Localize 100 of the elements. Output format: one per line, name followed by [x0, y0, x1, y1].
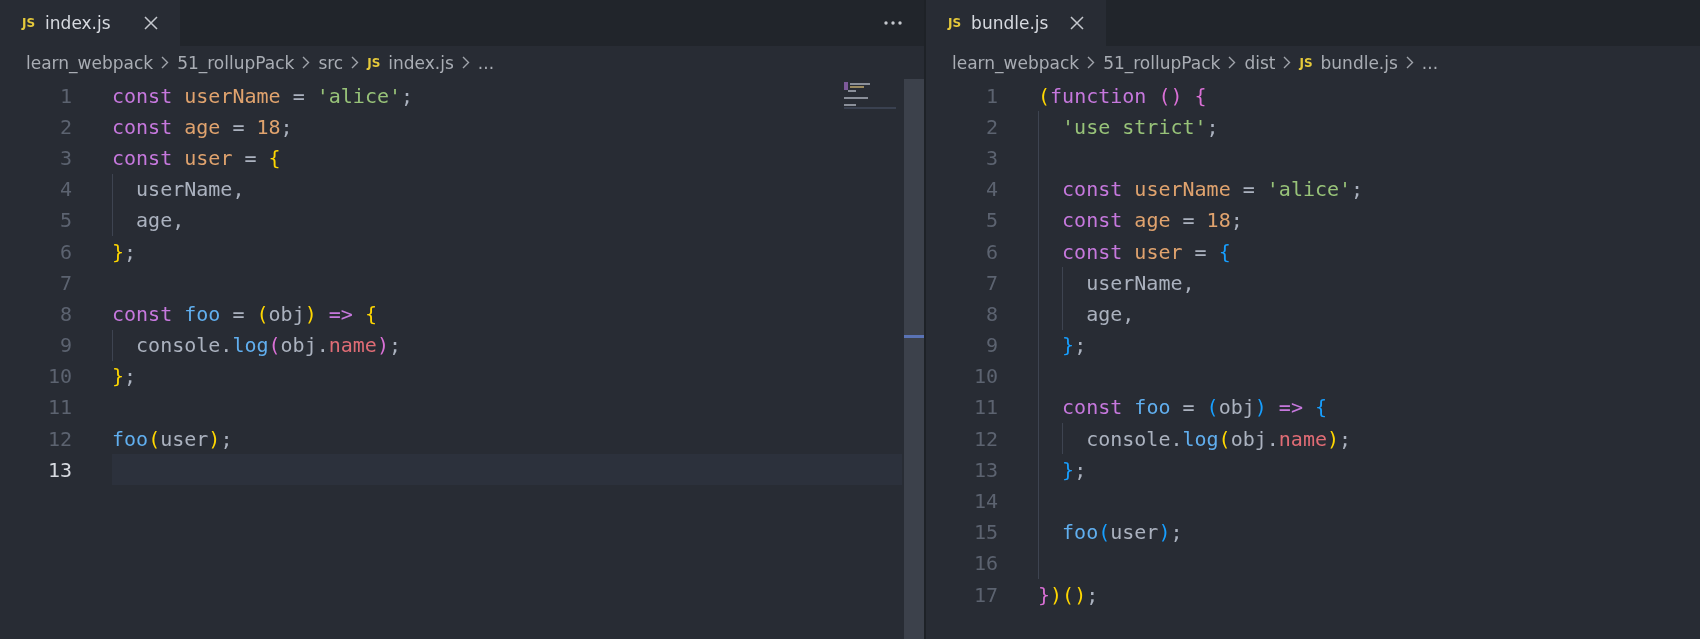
line-number: 2: [58, 113, 72, 141]
arrow-token: =>: [327, 301, 353, 326]
line-number: 13: [46, 456, 72, 484]
variable-token: age: [1133, 208, 1171, 233]
bracket-token: ): [304, 301, 317, 326]
close-icon[interactable]: [1070, 16, 1084, 30]
code-text: userName,: [136, 177, 245, 202]
more-actions-icon[interactable]: [884, 21, 902, 25]
code-text: obj.: [1230, 426, 1279, 451]
breadcrumb-item[interactable]: src: [318, 52, 344, 73]
bracket-token: ): [1254, 395, 1267, 420]
bracket-token: (: [148, 426, 161, 451]
bracket-token: {: [268, 145, 281, 170]
code-text: ;: [1074, 457, 1087, 482]
line-number: 15: [972, 519, 998, 547]
code-text: user: [1110, 520, 1159, 545]
line-number: 7: [58, 269, 72, 297]
bracket-token: {: [1193, 83, 1207, 108]
bracket-token: {: [1218, 239, 1231, 264]
code-text: =: [243, 145, 258, 170]
line-number: 11: [972, 394, 998, 422]
bracket-token: ): [1158, 520, 1171, 545]
code-text: =: [1241, 177, 1256, 202]
breadcrumb-item[interactable]: 51_rollupPack: [1103, 52, 1221, 73]
breadcrumb-item[interactable]: bundle.js: [1320, 52, 1398, 73]
code-text: ;: [1230, 208, 1243, 233]
editor-tab[interactable]: JS bundle.js: [926, 0, 1106, 46]
scrollbar[interactable]: [904, 79, 924, 639]
bracket-token: (: [1218, 426, 1231, 451]
breadcrumb-item[interactable]: dist: [1244, 52, 1276, 73]
bracket-token: (: [268, 333, 281, 358]
line-number: 11: [46, 394, 72, 422]
line-number: 12: [972, 425, 998, 453]
chevron-right-icon: [351, 56, 360, 69]
variable-token: user: [1133, 239, 1183, 264]
line-number: 3: [984, 144, 998, 172]
keyword-token: const: [112, 145, 173, 170]
code-text: ;: [1339, 426, 1352, 451]
string-token: 'alice': [316, 83, 401, 108]
line-number: 9: [58, 332, 72, 360]
keyword-token: const: [112, 114, 173, 139]
breadcrumb-item[interactable]: learn_webpack: [26, 52, 154, 73]
js-file-icon: JS: [22, 16, 36, 30]
editor-tab[interactable]: JS index.js: [0, 0, 180, 46]
close-icon[interactable]: [144, 16, 158, 30]
bracket-token: ): [1327, 426, 1340, 451]
code-text: =: [231, 301, 246, 326]
breadcrumb-item[interactable]: ...: [477, 52, 495, 73]
bracket-token: }: [1038, 582, 1051, 607]
line-number: 17: [972, 581, 998, 609]
line-number: 4: [58, 176, 72, 204]
chevron-right-icon: [302, 56, 311, 69]
bracket-token: (: [1206, 395, 1219, 420]
chevron-right-icon: [1228, 56, 1237, 69]
chevron-right-icon: [1087, 56, 1096, 69]
bracket-token: (: [1038, 83, 1051, 108]
keyword-token: const: [1062, 395, 1123, 420]
breadcrumb-item[interactable]: ...: [1421, 52, 1439, 73]
breadcrumb-item[interactable]: index.js: [388, 52, 454, 73]
function-token: foo: [1133, 395, 1171, 420]
bracket-token: (: [256, 301, 269, 326]
string-token: 'use strict': [1062, 114, 1207, 139]
function-token: foo: [183, 301, 221, 326]
chevron-right-icon: [1283, 56, 1292, 69]
line-number: 8: [58, 300, 72, 328]
line-number: 6: [58, 238, 72, 266]
bracket-token: ): [1050, 582, 1063, 607]
code-text: console.: [136, 333, 233, 358]
keyword-token: const: [112, 83, 173, 108]
code-text: obj.: [280, 333, 329, 358]
code-text: obj: [1218, 395, 1255, 420]
code-text: userName,: [1086, 270, 1195, 295]
bracket-token: }: [112, 364, 125, 389]
code-text: ;: [220, 426, 233, 451]
variable-token: user: [183, 145, 233, 170]
code-text: console.: [1086, 426, 1183, 451]
bracket-token: {: [363, 301, 377, 326]
property-token: name: [328, 333, 377, 358]
line-number: 16: [972, 550, 998, 578]
bracket-token: (): [1157, 83, 1183, 108]
breadcrumb-item[interactable]: learn_webpack: [952, 52, 1080, 73]
number-token: 18: [256, 114, 281, 139]
tab-label: index.js: [45, 13, 112, 33]
function-token: log: [232, 333, 269, 358]
js-file-icon: JS: [948, 16, 962, 30]
keyword-token: function: [1050, 83, 1147, 108]
scroll-marker: [904, 335, 924, 338]
chevron-right-icon: [161, 56, 170, 69]
property-token: name: [1278, 426, 1327, 451]
code-text: =: [291, 83, 306, 108]
code-text: ;: [1206, 114, 1219, 139]
line-number: 1: [984, 82, 998, 110]
line-number: 1: [58, 82, 72, 110]
code-text: =: [1193, 239, 1208, 264]
keyword-token: const: [1062, 239, 1123, 264]
variable-token: age: [183, 114, 221, 139]
code-text: ;: [1351, 177, 1364, 202]
code-text: obj: [268, 301, 305, 326]
code-text: ;: [1086, 582, 1099, 607]
breadcrumb-item[interactable]: 51_rollupPack: [177, 52, 295, 73]
